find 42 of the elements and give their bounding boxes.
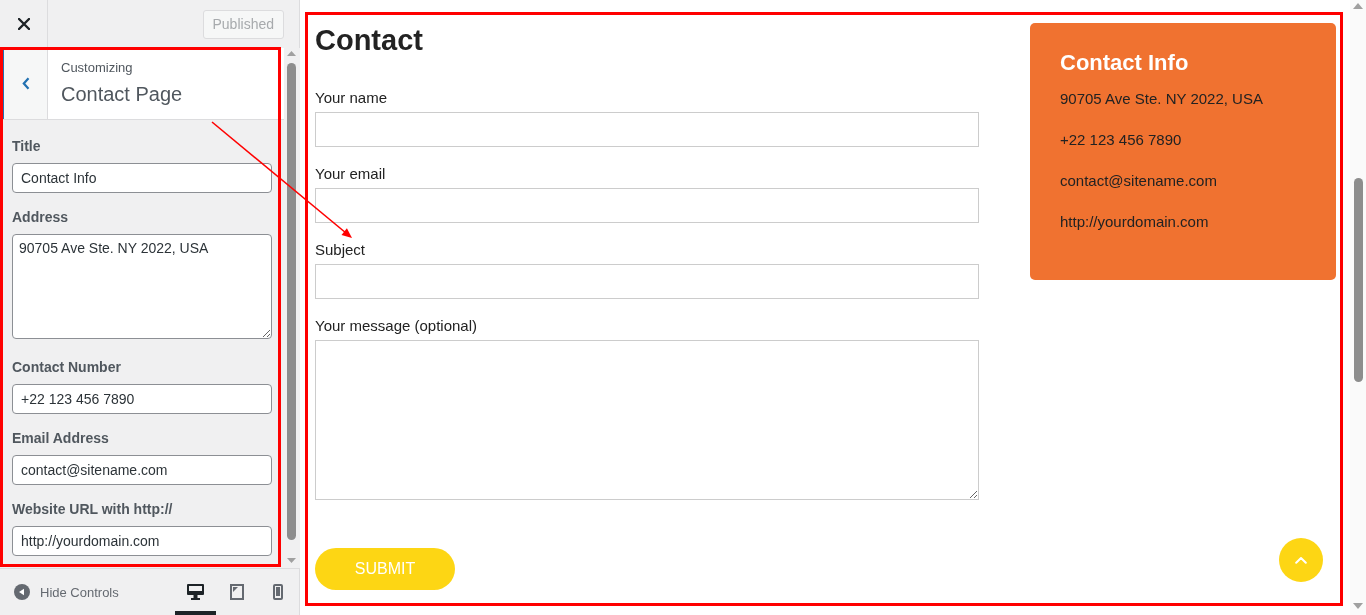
- text-field[interactable]: Contact Info: [12, 163, 272, 193]
- chevron-up-icon: [1295, 556, 1307, 564]
- scroll-down-icon[interactable]: [286, 558, 296, 563]
- scrollbar[interactable]: [1350, 0, 1366, 615]
- contact-detail-text: contact@sitename.com: [1060, 171, 1218, 191]
- arrow-circle-icon: [14, 584, 30, 600]
- field-label: Email Address: [12, 429, 109, 447]
- message-field[interactable]: [315, 340, 979, 500]
- input-field[interactable]: [315, 188, 979, 223]
- hide-controls-button[interactable]: Hide Controls: [0, 569, 119, 615]
- scroll-up-icon[interactable]: [1353, 3, 1363, 9]
- address-field[interactable]: 90705 Ave Ste. NY 2022, USA: [12, 234, 272, 339]
- form-label: Subject: [315, 241, 366, 259]
- contact-detail-text: 90705 Ave Ste. NY 2022, USA: [1060, 89, 1264, 109]
- scrollbar-thumb[interactable]: [286, 63, 296, 540]
- form-label: Your email: [315, 165, 386, 183]
- input-field[interactable]: [315, 264, 979, 299]
- field-label: Website URL with http://: [12, 500, 173, 518]
- card-title: Contact Info: [1060, 50, 1190, 76]
- contact-detail-text: +22 123 456 7890: [1060, 130, 1183, 150]
- chevron-left-icon: [21, 77, 30, 90]
- phone-icon: [272, 584, 283, 600]
- text-field[interactable]: http://yourdomain.com: [12, 526, 272, 556]
- scrollbar-thumb[interactable]: [1353, 178, 1363, 382]
- desktop-icon: [187, 584, 204, 600]
- section-title: Contact Page: [61, 82, 183, 107]
- text-field[interactable]: +22 123 456 7890: [12, 384, 272, 414]
- contact-detail-text: http://yourdomain.com: [1060, 212, 1210, 232]
- field-label: Address: [12, 208, 69, 226]
- scrollbar[interactable]: [284, 48, 300, 568]
- page-heading: Contact: [315, 23, 423, 58]
- text-field[interactable]: contact@sitename.com: [12, 455, 272, 485]
- scroll-down-icon[interactable]: [1353, 603, 1363, 609]
- field-label: Contact Number: [12, 358, 121, 376]
- tablet-icon: [229, 584, 244, 600]
- field-label: Title: [12, 137, 41, 155]
- input-field[interactable]: [315, 112, 979, 147]
- section-eyebrow: Customizing: [61, 60, 134, 76]
- form-label: Your name: [315, 89, 387, 107]
- scroll-up-icon[interactable]: [286, 51, 296, 56]
- close-icon: [17, 18, 30, 30]
- form-label: Your message (optional): [315, 317, 478, 335]
